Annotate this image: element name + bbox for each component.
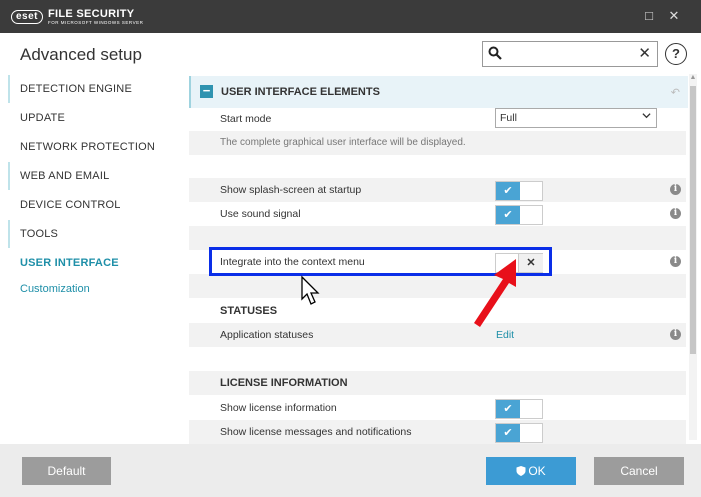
sidebar-item-web-and-email[interactable]: WEB AND EMAIL bbox=[8, 162, 178, 190]
splash-toggle[interactable]: ✔ bbox=[495, 181, 543, 201]
spacer-row bbox=[189, 155, 686, 179]
sidebar-item-device-control[interactable]: DEVICE CONTROL bbox=[8, 191, 178, 219]
sound-toggle[interactable]: ✔ bbox=[495, 205, 543, 225]
info-icon[interactable]: i bbox=[670, 208, 681, 219]
sidebar-item-network-protection[interactable]: NETWORK PROTECTION bbox=[8, 133, 178, 161]
mouse-cursor-icon bbox=[301, 275, 320, 305]
info-icon[interactable]: i bbox=[670, 184, 681, 195]
checkmark-icon: ✔ bbox=[496, 182, 520, 200]
show-license-row: Show license information ✔ bbox=[189, 396, 686, 420]
scroll-up-icon[interactable]: ▲ bbox=[689, 74, 697, 84]
scrollbar-thumb[interactable] bbox=[690, 86, 696, 354]
sound-label: Use sound signal bbox=[220, 208, 301, 220]
info-icon[interactable]: i bbox=[670, 329, 681, 340]
spacer-row bbox=[189, 274, 686, 298]
sound-row: Use sound signal ✔ i bbox=[189, 202, 686, 226]
section-header[interactable]: − USER INTERFACE ELEMENTS ↶ bbox=[189, 76, 688, 108]
start-mode-label: Start mode bbox=[220, 113, 272, 125]
start-mode-value: Full bbox=[500, 112, 517, 124]
search-input[interactable]: ✕ bbox=[482, 41, 658, 67]
close-window-button[interactable]: ✕ bbox=[667, 9, 681, 23]
scrollbar[interactable]: ▲ bbox=[689, 74, 697, 440]
sidebar-item-user-interface[interactable]: USER INTERFACE bbox=[8, 249, 178, 277]
spacer-row bbox=[189, 347, 686, 371]
sidebar-item-label: DEVICE CONTROL bbox=[20, 199, 121, 211]
eset-logo: eset FILE SECURITY FOR MICROSOFT WINDOWS… bbox=[11, 7, 144, 26]
sidebar-item-update[interactable]: UPDATE bbox=[8, 104, 178, 132]
sidebar-item-label: TOOLS bbox=[20, 228, 59, 240]
sidebar-item-label: USER INTERFACE bbox=[20, 257, 119, 269]
collapse-icon[interactable]: − bbox=[200, 84, 213, 98]
product-subtitle: FOR MICROSOFT WINDOWS SERVER bbox=[48, 19, 144, 25]
page-title: Advanced setup bbox=[20, 45, 142, 64]
sidebar-item-marker bbox=[8, 75, 10, 103]
sidebar-item-label: DETECTION ENGINE bbox=[20, 83, 132, 95]
app-statuses-label: Application statuses bbox=[220, 329, 314, 341]
footer: Default OK Cancel bbox=[0, 444, 701, 497]
start-mode-row: Start mode Full bbox=[189, 107, 686, 131]
license-messages-label: Show license messages and notifications bbox=[220, 426, 412, 438]
logo-badge: eset bbox=[11, 10, 44, 24]
sidebar-item-label: UPDATE bbox=[20, 112, 66, 124]
license-title-row: LICENSE INFORMATION bbox=[189, 371, 686, 395]
maximize-button[interactable]: □ bbox=[642, 9, 656, 23]
edit-link[interactable]: Edit bbox=[496, 329, 514, 341]
clear-search-icon[interactable]: ✕ bbox=[638, 44, 651, 62]
cancel-button[interactable]: Cancel bbox=[594, 457, 684, 485]
chevron-down-icon bbox=[642, 113, 651, 119]
license-title: LICENSE INFORMATION bbox=[220, 377, 348, 389]
default-button[interactable]: Default bbox=[22, 457, 111, 485]
show-license-label: Show license information bbox=[220, 402, 337, 414]
sidebar-item-label: WEB AND EMAIL bbox=[20, 170, 110, 182]
license-messages-row: Show license messages and notifications … bbox=[189, 420, 686, 444]
checkmark-icon: ✔ bbox=[496, 400, 520, 418]
splash-label: Show splash-screen at startup bbox=[220, 184, 362, 196]
license-messages-toggle[interactable]: ✔ bbox=[495, 423, 543, 443]
sidebar-item-marker bbox=[8, 220, 10, 248]
description-row: The complete graphical user interface wi… bbox=[189, 131, 686, 155]
info-icon[interactable]: i bbox=[670, 256, 681, 267]
show-license-toggle[interactable]: ✔ bbox=[495, 399, 543, 419]
start-mode-description: The complete graphical user interface wi… bbox=[220, 137, 466, 148]
checkmark-icon: ✔ bbox=[496, 424, 520, 442]
help-icon[interactable]: ? bbox=[665, 43, 687, 65]
ok-button[interactable]: OK bbox=[486, 457, 576, 485]
product-name: FILE SECURITY bbox=[48, 7, 135, 20]
section-title: USER INTERFACE ELEMENTS bbox=[221, 86, 380, 98]
statuses-title-row: STATUSES bbox=[189, 299, 686, 323]
sidebar-item-tools[interactable]: TOOLS bbox=[8, 220, 178, 248]
title-bar: eset FILE SECURITY FOR MICROSOFT WINDOWS… bbox=[0, 0, 701, 33]
sidebar-item-detection-engine[interactable]: DETECTION ENGINE bbox=[8, 75, 178, 103]
annotation-arrow-icon bbox=[474, 259, 516, 327]
statuses-title: STATUSES bbox=[220, 305, 278, 317]
checkmark-icon: ✔ bbox=[496, 206, 520, 224]
reset-icon[interactable]: ↶ bbox=[671, 86, 680, 99]
sidebar-item-marker bbox=[8, 162, 10, 190]
sidebar-subitem-customization[interactable]: Customization bbox=[20, 283, 90, 295]
shield-icon bbox=[516, 466, 526, 476]
ok-label: OK bbox=[528, 464, 546, 478]
app-statuses-row: Application statuses Edit i bbox=[189, 323, 686, 347]
sidebar-item-label: NETWORK PROTECTION bbox=[20, 141, 155, 153]
search-icon bbox=[488, 46, 502, 60]
splash-row: Show splash-screen at startup ✔ i bbox=[189, 178, 686, 202]
start-mode-select[interactable]: Full bbox=[495, 108, 657, 128]
logo-text: FILE SECURITY FOR MICROSOFT WINDOWS SERV… bbox=[48, 7, 144, 26]
